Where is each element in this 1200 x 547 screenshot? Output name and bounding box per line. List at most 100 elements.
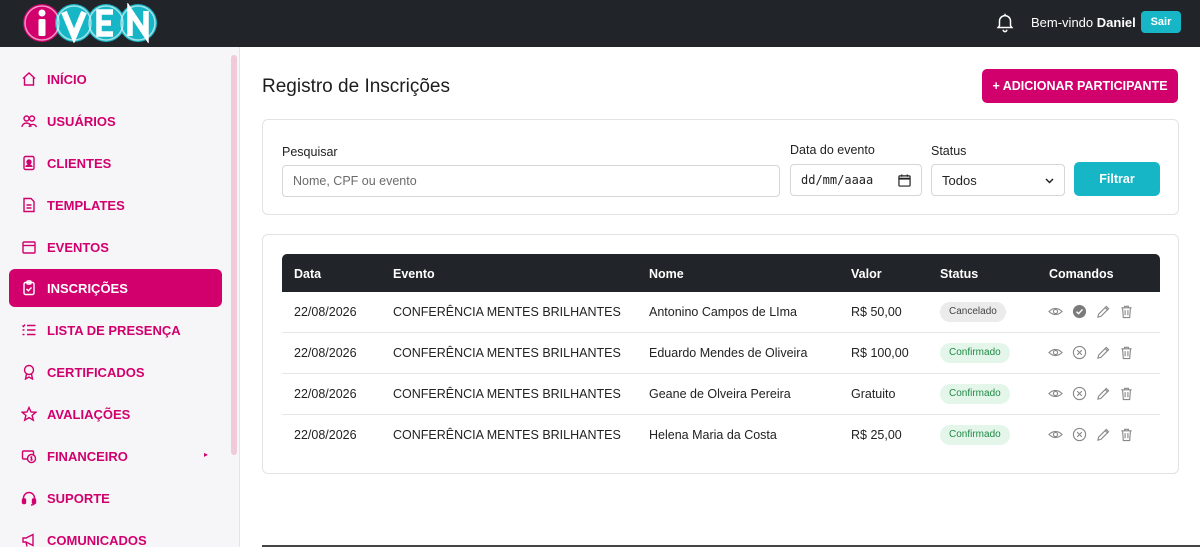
cancel-circle-icon[interactable] [1072,427,1087,442]
status-badge: Cancelado [940,302,1006,322]
sidebar-item-label: COMUNICADOS [47,533,147,547]
cell-name: Geane de Olveira Pereira [649,387,791,401]
sidebar-item-lista-de-presenca[interactable]: LISTA DE PRESENÇA [9,311,222,349]
sidebar-item-label: SUPORTE [47,491,110,506]
event-date-field[interactable]: dd/mm/aaaa [790,164,922,196]
calendar-icon [22,241,36,254]
money-icon [21,450,37,464]
home-icon [22,72,36,86]
sidebar-item-certificados[interactable]: CERTIFICADOS [9,353,222,391]
add-participant-button[interactable]: + ADICIONAR PARTICIPANTE [982,69,1178,103]
sidebar-item-usuarios[interactable]: USUÁRIOS [9,102,222,140]
sidebar-scrollbar[interactable] [231,55,237,455]
view-icon[interactable] [1048,386,1063,401]
view-icon[interactable] [1048,345,1063,360]
award-icon [23,364,35,380]
table-header: Data Evento Nome Valor Status Comandos [282,254,1160,292]
cell-value: R$ 50,00 [851,305,902,319]
cell-value: R$ 25,00 [851,428,902,442]
sidebar-item-label: USUÁRIOS [47,114,116,129]
date-label: Data do evento [790,143,875,157]
trash-icon[interactable] [1119,304,1134,319]
cell-name: Helena Maria da Costa [649,428,777,442]
sidebar-item-clientes[interactable]: CLIENTES [9,144,222,182]
user-name: Daniel [1096,15,1136,30]
view-icon[interactable] [1048,427,1063,442]
calendar-picker-icon[interactable] [898,174,911,187]
edit-icon[interactable] [1096,386,1111,401]
sidebar-item-label: TEMPLATES [47,198,125,213]
id-badge-icon [23,155,35,171]
users-icon [21,115,37,128]
bell-icon[interactable] [994,11,1016,33]
sidebar-item-label: LISTA DE PRESENÇA [47,323,181,338]
status-badge: Confirmado [940,384,1010,404]
column-header-comandos: Comandos [1049,267,1114,281]
caret-right-icon: ▸ [204,450,209,459]
table-row: 22/08/2026 CONFERÊNCIA MENTES BRILHANTES… [282,333,1160,374]
logout-button[interactable]: Sair [1141,11,1181,33]
trash-icon[interactable] [1119,427,1134,442]
cell-event: CONFERÊNCIA MENTES BRILHANTES [393,305,621,319]
cell-date: 22/08/2026 [294,305,357,319]
date-placeholder: dd/mm/aaaa [801,173,874,187]
cancel-circle-icon[interactable] [1072,345,1087,360]
sidebar-item-inscricoes[interactable]: INSCRIÇÕES [9,269,222,307]
cell-date: 22/08/2026 [294,387,357,401]
cell-event: CONFERÊNCIA MENTES BRILHANTES [393,428,621,442]
check-circle-icon[interactable] [1072,304,1087,319]
clipboard-icon [23,280,35,296]
column-header-status: Status [940,267,979,281]
sidebar-item-label: INSCRIÇÕES [47,281,128,296]
cell-date: 22/08/2026 [294,346,357,360]
sidebar-item-label: FINANCEIRO [47,449,128,464]
cell-event: CONFERÊNCIA MENTES BRILHANTES [393,387,621,401]
sidebar-item-label: EVENTOS [47,240,109,255]
trash-icon[interactable] [1119,386,1134,401]
cell-value: Gratuito [851,387,896,401]
sidebar-item-suporte[interactable]: SUPORTE [9,479,222,517]
column-header-data: Data [294,267,322,281]
sidebar-item-eventos[interactable]: EVENTOS [9,228,222,266]
registrations-table-card: Data Evento Nome Valor Status Comandos 2… [262,234,1179,474]
status-badge: Confirmado [940,343,1010,363]
welcome-text: Bem-vindo Daniel [1031,15,1136,30]
star-icon [21,406,37,422]
sidebar-item-label: INÍCIO [47,72,87,87]
sidebar-item-financeiro[interactable]: FINANCEIRO ▸ [9,437,222,475]
cancel-circle-icon[interactable] [1072,386,1087,401]
headset-icon [21,491,37,506]
edit-icon[interactable] [1096,304,1111,319]
edit-icon[interactable] [1096,427,1111,442]
status-label: Status [931,144,967,158]
sidebar-item-label: CERTIFICADOS [47,365,145,380]
sidebar-item-avaliacoes[interactable]: AVALIAÇÕES [9,395,222,433]
edit-icon[interactable] [1096,345,1111,360]
status-select[interactable]: Todos [931,164,1065,196]
search-label: Pesquisar [282,145,338,159]
table-row: 22/08/2026 CONFERÊNCIA MENTES BRILHANTES… [282,415,1160,456]
sidebar-item-templates[interactable]: TEMPLATES [9,186,222,224]
top-bar: Bem-vindo Daniel Sair [0,0,1200,47]
filter-button[interactable]: Filtrar [1074,162,1160,196]
table-row: 22/08/2026 CONFERÊNCIA MENTES BRILHANTES… [282,292,1160,333]
column-header-nome: Nome [649,267,684,281]
status-selected-value: Todos [942,172,977,188]
view-icon[interactable] [1048,304,1063,319]
cell-event: CONFERÊNCIA MENTES BRILHANTES [393,346,621,360]
filter-panel: Pesquisar Data do evento dd/mm/aaaa Stat… [262,119,1179,215]
sidebar-item-inicio[interactable]: INÍCIO [9,60,222,98]
sidebar: INÍCIO USUÁRIOS CLIENTES TEMPLATES EVENT… [0,47,240,547]
column-header-valor: Valor [851,267,882,281]
checklist-icon [22,324,36,336]
cell-name: Eduardo Mendes de Oliveira [649,346,808,360]
status-badge: Confirmado [940,425,1010,445]
trash-icon[interactable] [1119,345,1134,360]
search-input[interactable] [282,165,780,197]
cell-date: 22/08/2026 [294,428,357,442]
welcome-prefix: Bem-vindo [1031,15,1094,30]
cell-name: Antonino Campos de LIma [649,305,798,319]
sidebar-item-comunicados[interactable]: COMUNICADOS [9,521,222,547]
document-icon [23,197,35,213]
iven-logo[interactable] [22,3,158,43]
